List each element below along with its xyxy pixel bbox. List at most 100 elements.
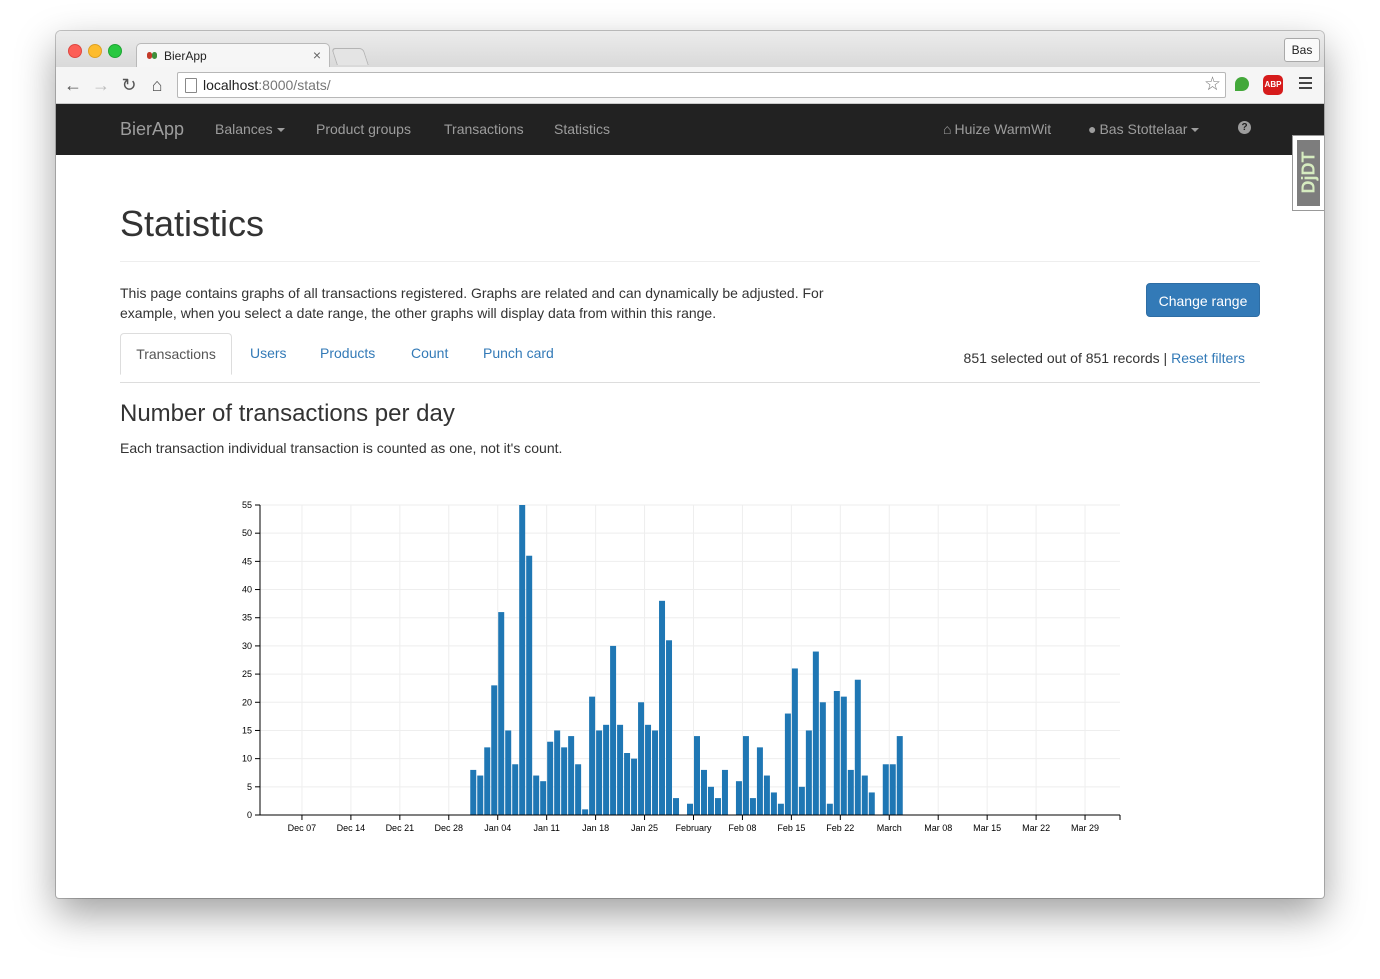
help-icon[interactable]: ?: [1238, 121, 1251, 134]
y-tick-label: 20: [242, 697, 252, 707]
x-tick-label: Dec 14: [337, 823, 366, 833]
x-tick-label: Dec 21: [386, 823, 415, 833]
tab-close-icon[interactable]: ×: [313, 47, 321, 63]
bar: [791, 668, 798, 815]
nav-balances-dropdown[interactable]: Balances: [215, 121, 285, 137]
bar: [721, 769, 728, 815]
bar: [645, 724, 652, 815]
bar: [561, 747, 568, 815]
bar: [882, 764, 889, 815]
new-tab-button[interactable]: [331, 48, 369, 65]
section-title: Number of transactions per day: [120, 400, 455, 427]
bar: [763, 775, 770, 815]
title-bar: BierApp × Bas: [56, 31, 1324, 68]
chrome-menu-icon[interactable]: [1299, 77, 1312, 92]
x-tick-label: Mar 22: [1022, 823, 1050, 833]
bar: [700, 769, 707, 815]
bar: [589, 696, 596, 815]
back-arrow-icon[interactable]: ←: [62, 72, 84, 98]
tab-products[interactable]: Products: [320, 333, 375, 373]
y-tick-label: 25: [242, 669, 252, 679]
tab-count[interactable]: Count: [411, 333, 448, 373]
home-icon[interactable]: ⌂: [146, 72, 168, 98]
bar: [833, 691, 840, 815]
bar: [826, 803, 833, 815]
adblock-plus-icon[interactable]: ABP: [1263, 75, 1283, 95]
bar: [707, 786, 714, 815]
bar: [575, 764, 582, 815]
records-summary: 851 selected out of 851 records | Reset …: [964, 350, 1245, 366]
bar: [547, 741, 554, 815]
change-range-button[interactable]: Change range: [1146, 283, 1260, 317]
y-tick-label: 30: [242, 641, 252, 651]
tab-transactions[interactable]: Transactions: [120, 333, 232, 375]
nav-product-groups[interactable]: Product groups: [316, 121, 411, 137]
bar: [659, 600, 666, 815]
bar: [533, 775, 540, 815]
bar: [477, 775, 484, 815]
bar: [666, 640, 673, 815]
x-tick-label: Dec 07: [288, 823, 317, 833]
nav-house-link[interactable]: ⌂ Huize WarmWit: [943, 121, 1051, 137]
bar: [756, 747, 763, 815]
browser-tab[interactable]: BierApp ×: [136, 43, 330, 68]
bar: [861, 775, 868, 815]
x-tick-label: Feb 08: [728, 823, 756, 833]
browser-toolbar: ← → ↻ ⌂ localhost:8000/stats/ ☆ ABP: [56, 67, 1324, 104]
bar: [749, 798, 756, 815]
bar: [617, 724, 624, 815]
caret-down-icon: [1191, 128, 1200, 133]
nav-statistics[interactable]: Statistics: [554, 121, 610, 137]
x-tick-label: Mar 08: [924, 823, 952, 833]
bar: [596, 730, 603, 815]
bar: [652, 730, 659, 815]
bar: [687, 803, 693, 815]
bar: [624, 753, 631, 815]
bar: [540, 781, 547, 815]
reload-icon[interactable]: ↻: [118, 72, 140, 98]
bar: [735, 781, 742, 815]
bar: [798, 786, 805, 815]
y-tick-label: 45: [242, 556, 252, 566]
bar: [784, 713, 791, 815]
bar: [840, 696, 847, 815]
bar: [526, 555, 533, 815]
bookmark-star-icon[interactable]: ☆: [1204, 73, 1221, 96]
reset-filters-link[interactable]: Reset filters: [1171, 350, 1245, 366]
nav-user-dropdown[interactable]: ● Bas Stottelaar: [1088, 121, 1200, 137]
bar: [505, 730, 512, 815]
bar: [854, 679, 861, 815]
y-tick-label: 40: [242, 585, 252, 595]
forward-arrow-icon[interactable]: →: [90, 72, 112, 98]
profile-button[interactable]: Bas: [1284, 38, 1320, 62]
transactions-per-day-chart[interactable]: 0 5 10 15 20 25 30 35 40 45 50 55 Dec 07 Dec 14 Dec 21…: [230, 485, 1130, 855]
bar: [470, 769, 477, 815]
title-divider: [120, 261, 1260, 262]
y-tick-label: 50: [242, 528, 252, 538]
close-window-button[interactable]: [68, 44, 82, 58]
bar: [568, 736, 575, 815]
y-tick-label: 5: [247, 782, 252, 792]
brand-link[interactable]: BierApp: [120, 119, 184, 140]
minimize-window-button[interactable]: [88, 44, 102, 58]
evernote-extension-icon[interactable]: [1235, 77, 1249, 91]
zoom-window-button[interactable]: [108, 44, 122, 58]
user-icon: ●: [1088, 121, 1097, 137]
address-bar[interactable]: localhost:8000/stats/ ☆: [177, 72, 1226, 98]
x-tick-label: Jan 25: [631, 823, 658, 833]
x-tick-label: Jan 11: [533, 823, 559, 833]
nav-transactions[interactable]: Transactions: [444, 121, 524, 137]
bar: [673, 798, 680, 815]
debug-toolbar-handle[interactable]: DjDT: [1292, 135, 1324, 211]
bar: [603, 724, 610, 815]
bar: [889, 764, 896, 815]
bar: [742, 736, 749, 815]
tab-punch-card[interactable]: Punch card: [483, 333, 554, 373]
y-tick-label: 0: [247, 810, 252, 820]
bar: [631, 758, 638, 815]
tab-users[interactable]: Users: [250, 333, 287, 373]
y-tick-label: 15: [242, 725, 252, 735]
browser-window: BierApp × Bas ← → ↻ ⌂ localhost:8000/sta…: [56, 31, 1324, 898]
app-navbar: BierApp Balances Product groups Transact…: [56, 104, 1324, 155]
bar: [770, 792, 777, 815]
